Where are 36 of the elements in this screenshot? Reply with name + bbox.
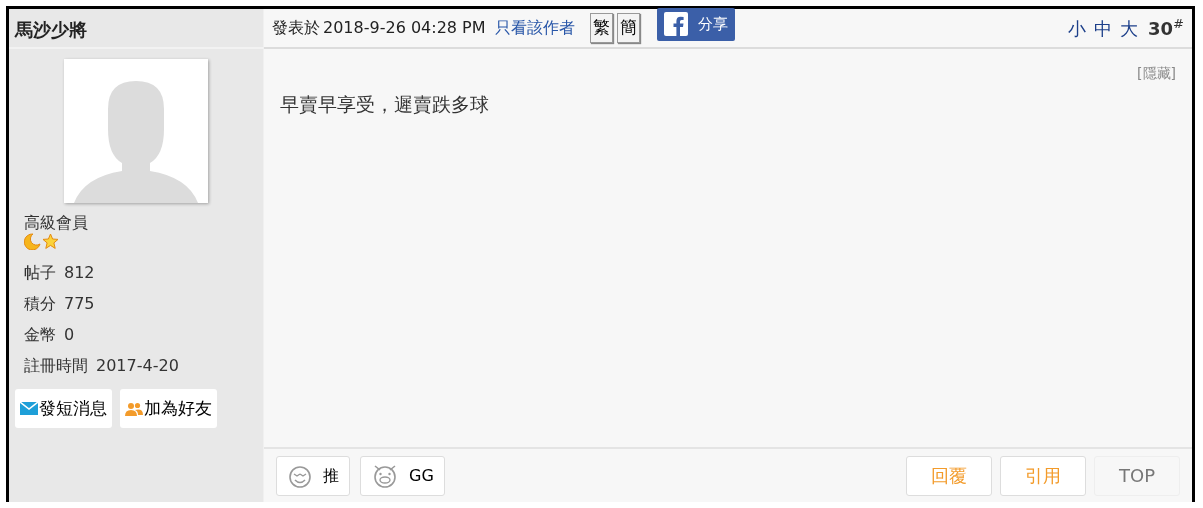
top-button[interactable]: TOP <box>1094 455 1180 496</box>
avatar-picture-icon <box>64 59 208 203</box>
gg-button[interactable]: GG <box>360 455 445 496</box>
script-toggle-button[interactable]: 簡 <box>616 13 640 43</box>
posted-label: 發表於 <box>272 17 320 39</box>
script-toggle-button[interactable]: 繁 <box>589 13 613 43</box>
pig-icon <box>371 463 399 488</box>
recommend-button[interactable]: 推 <box>276 455 350 496</box>
font-size-link[interactable]: 大 <box>1120 14 1139 42</box>
post-body: 早賣早享受，遲賣跌多球 <box>280 92 490 117</box>
author-name[interactable]: 馬沙少將 <box>15 16 87 43</box>
stat-value: 0 <box>64 324 75 346</box>
author-only-link[interactable]: 只看該作者 <box>494 16 575 40</box>
add-friend-button[interactable]: 加為好友 <box>120 389 217 428</box>
stat-value: 2017-4-20 <box>96 355 179 377</box>
moon-icon <box>24 233 41 250</box>
member-rank: 高級會員 <box>24 213 89 233</box>
facebook-logo-icon <box>663 12 688 36</box>
message-button[interactable]: 發短消息 <box>15 389 112 428</box>
stat-label: 金幣 <box>24 324 56 346</box>
floor-mark: # <box>1173 17 1184 31</box>
stat-value: 775 <box>64 293 95 315</box>
facebook-share-button[interactable]: 分享 <box>656 7 735 41</box>
font-size-link[interactable]: 小 <box>1068 14 1087 42</box>
hide-link[interactable]: [隱藏] <box>1137 63 1176 84</box>
stat-label: 帖子 <box>24 262 56 284</box>
people-icon <box>125 401 143 416</box>
star-icon <box>42 233 59 250</box>
font-size-link[interactable]: 中 <box>1094 14 1113 42</box>
stat-label: 積分 <box>24 293 56 315</box>
posted-time: 2018-9-26 04:28 PM <box>323 17 486 39</box>
stat-value: 812 <box>64 262 95 284</box>
floor-number[interactable]: 30 <box>1148 14 1174 42</box>
envelope-icon <box>20 402 38 415</box>
smiley-icon <box>287 463 313 488</box>
stat-label: 註冊時間 <box>24 355 88 377</box>
